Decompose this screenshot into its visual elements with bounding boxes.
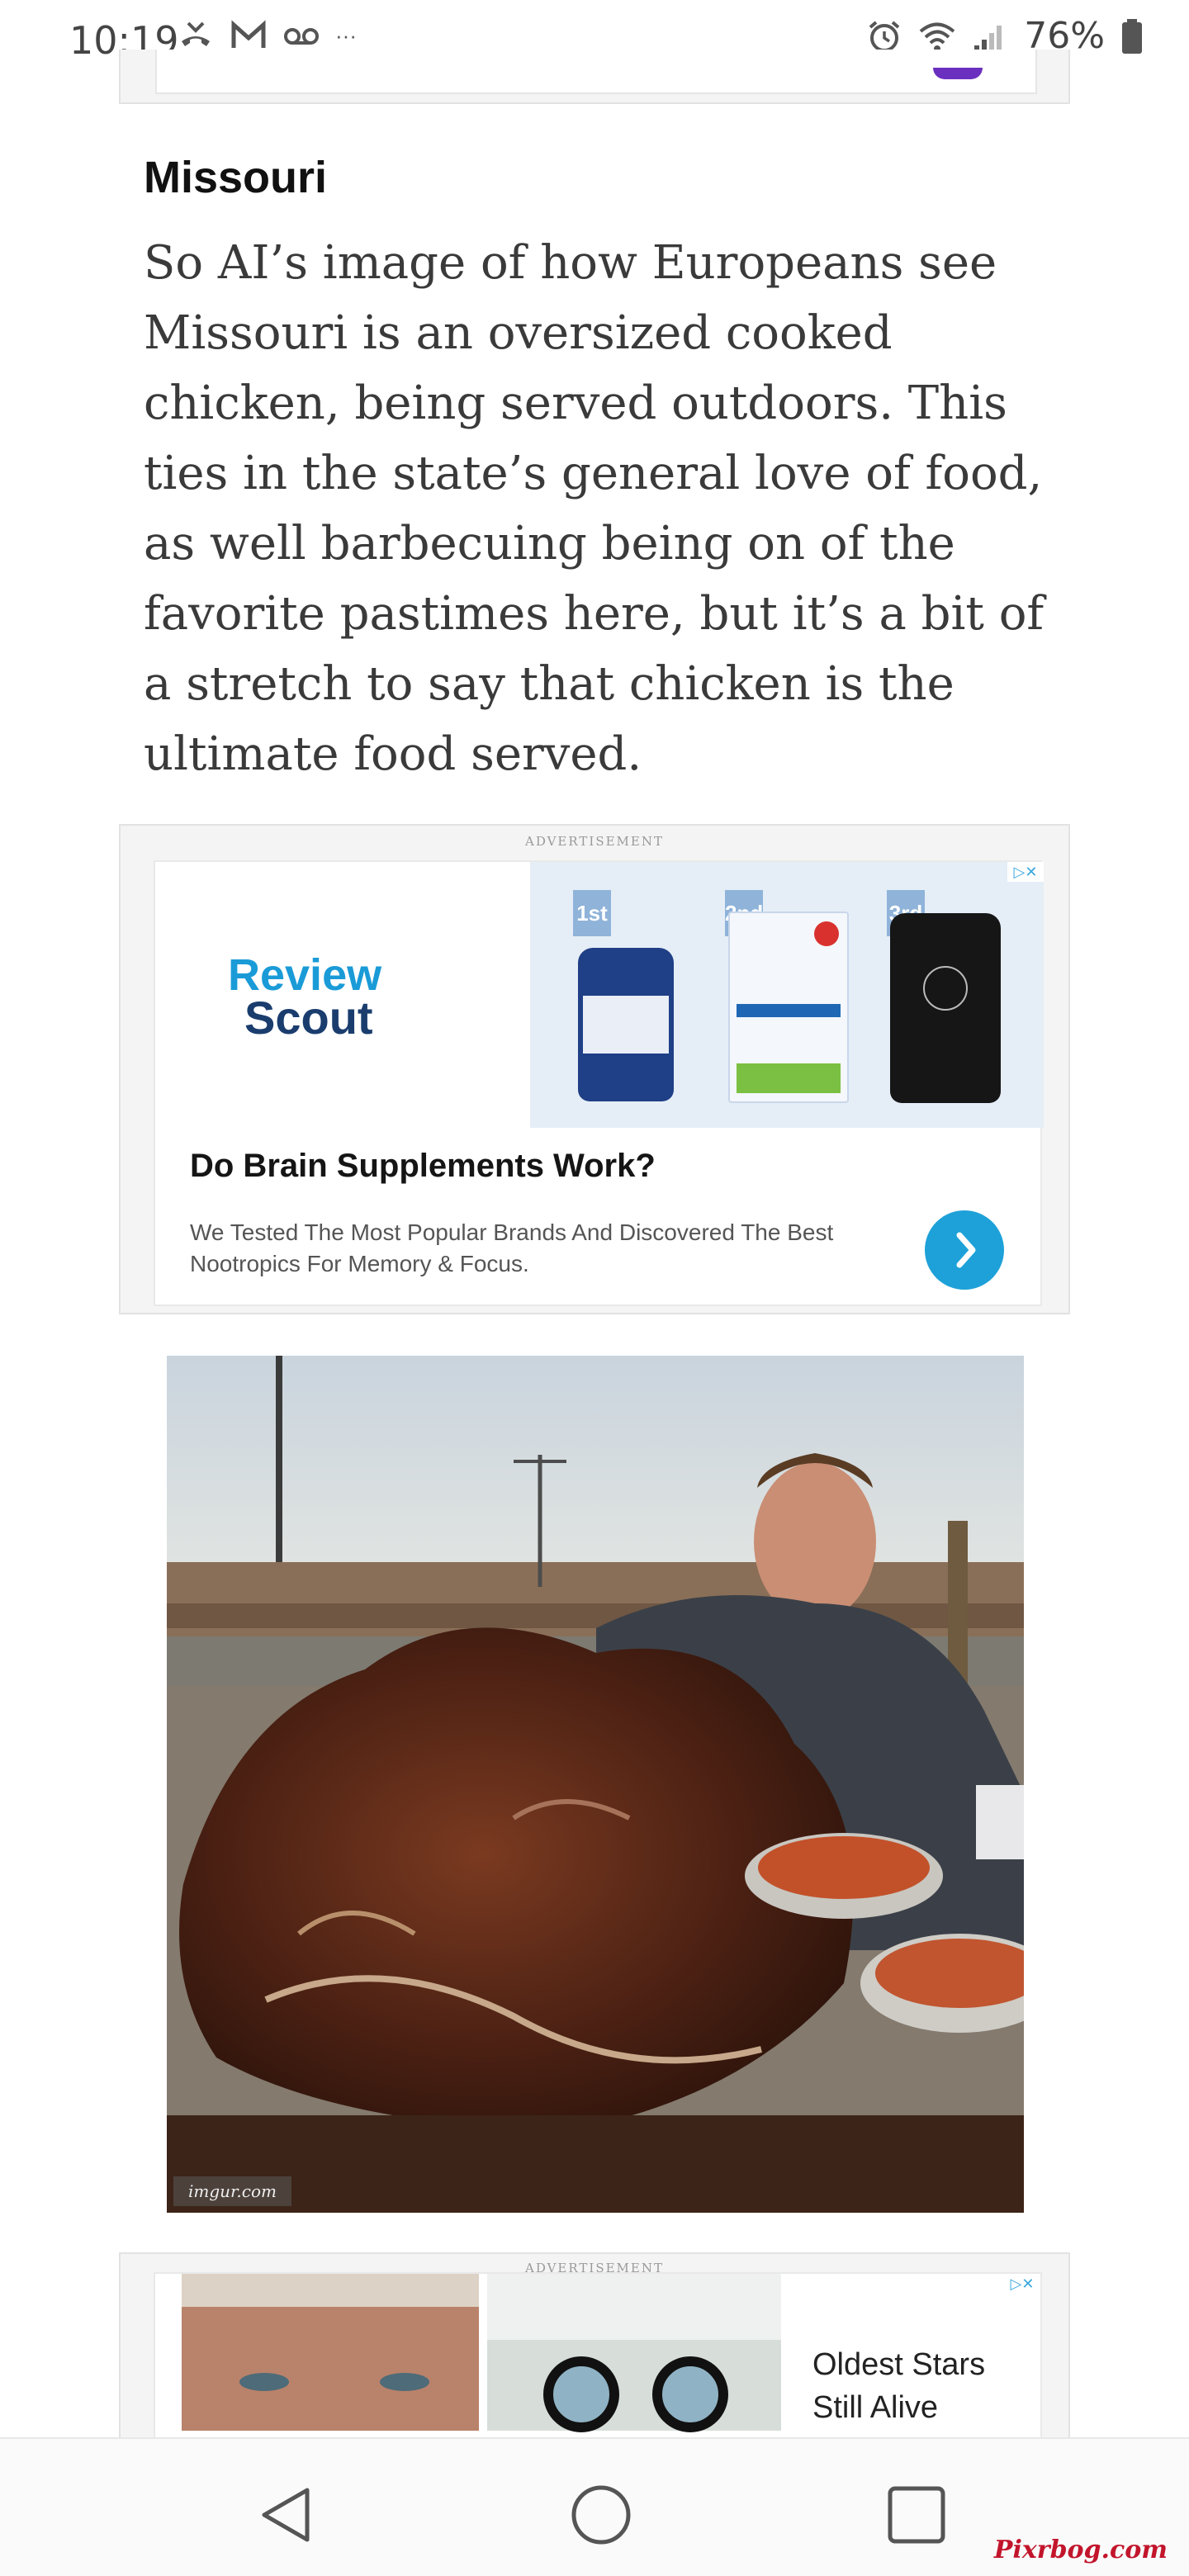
supplement-box-2 bbox=[728, 912, 849, 1103]
photo-credit: imgur.com bbox=[173, 2176, 291, 2206]
section-heading: Missouri bbox=[144, 153, 328, 202]
previous-card bbox=[119, 50, 1070, 104]
advertisement-container-2: ADVERTISEMENT Oldest Stars Still Alive ▷… bbox=[119, 2252, 1070, 2467]
home-icon[interactable] bbox=[568, 2482, 634, 2548]
ad-products-image[interactable]: 1st 2nd 3rd ▷✕ bbox=[530, 862, 1044, 1128]
supplement-bottle-3 bbox=[890, 913, 1001, 1103]
ad-card[interactable]: Review Scout 1st 2nd 3rd ▷✕ Do Brain Sup… bbox=[154, 860, 1044, 1306]
ad-choices-close-icon[interactable]: ▷✕ bbox=[1007, 862, 1044, 882]
ad-title[interactable]: Do Brain Supplements Work? bbox=[190, 1148, 656, 1185]
recents-icon[interactable] bbox=[883, 2482, 950, 2548]
chevron-right-icon bbox=[956, 1232, 976, 1268]
overflow-indicator: ··· bbox=[335, 22, 357, 48]
rank-badge-1: 1st bbox=[573, 890, 611, 936]
previous-card-inner bbox=[155, 50, 1037, 94]
battery-icon bbox=[1122, 18, 1142, 54]
back-icon[interactable] bbox=[253, 2482, 319, 2548]
article-photo: imgur.com bbox=[167, 1356, 1024, 2213]
advertisement-container: ADVERTISEMENT Review Scout 1st 2nd 3rd bbox=[119, 824, 1070, 1314]
advertisement-label: ADVERTISEMENT bbox=[524, 834, 664, 849]
ad-image-face-2[interactable] bbox=[487, 2274, 781, 2432]
ad-logo-area: Review Scout bbox=[155, 862, 530, 1128]
ad-open-button[interactable] bbox=[925, 1210, 1004, 1290]
ad-choices-close-icon-2[interactable]: ▷✕ bbox=[1004, 2274, 1040, 2294]
supplement-bottle-1 bbox=[578, 948, 674, 1101]
navigation-bar: Pixrbog.com bbox=[0, 2437, 1189, 2576]
ad-description[interactable]: We Tested The Most Popular Brands And Di… bbox=[190, 1217, 900, 1280]
previous-card-button-edge[interactable] bbox=[933, 68, 983, 79]
ad-card-2[interactable]: Oldest Stars Still Alive ▷✕ bbox=[154, 2272, 1042, 2462]
article-paragraph: So AI’s image of how Europeans see Misso… bbox=[144, 236, 1045, 781]
review-scout-logo-line2: Scout bbox=[244, 992, 373, 1044]
bbq-chicken-photo bbox=[167, 1356, 1024, 2213]
watermark: Pixrbog.com bbox=[993, 2536, 1168, 2564]
ad-title-2[interactable]: Oldest Stars Still Alive bbox=[812, 2343, 1019, 2429]
ad-image-face-1[interactable] bbox=[182, 2274, 479, 2431]
